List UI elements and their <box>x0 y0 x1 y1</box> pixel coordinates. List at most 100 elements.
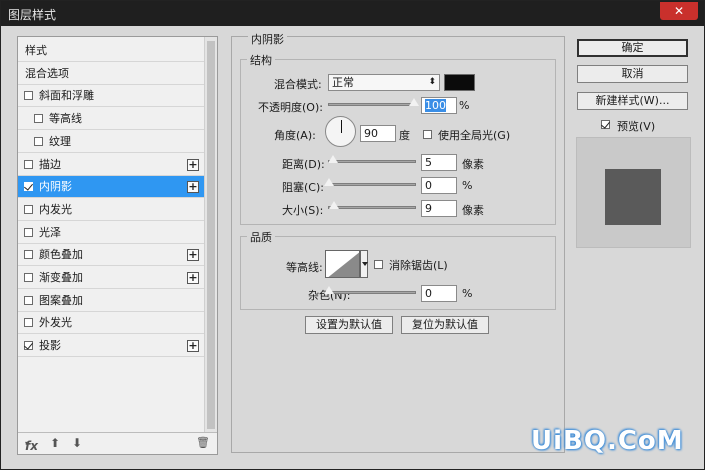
add-effect-icon[interactable]: + <box>187 158 199 171</box>
opacity-slider-thumb[interactable] <box>409 98 419 106</box>
style-item[interactable]: 图案叠加 <box>18 290 204 312</box>
contour-picker[interactable] <box>325 250 360 278</box>
add-effect-icon[interactable]: + <box>187 272 199 284</box>
style-item[interactable]: 渐变叠加 + <box>18 267 204 289</box>
shadow-color-swatch[interactable] <box>444 74 475 91</box>
noise-slider[interactable] <box>324 286 416 294</box>
global-light-checkbox[interactable] <box>423 130 432 139</box>
structure-group: 结构 混合模式: 正常 ⬍ 不透明度(O): 100 % 角度(A): 90 度… <box>240 52 556 225</box>
size-slider[interactable] <box>328 201 416 209</box>
style-item-label: 图案叠加 <box>39 293 83 307</box>
antialias-checkbox[interactable] <box>374 260 383 269</box>
opacity-slider[interactable] <box>328 98 419 106</box>
style-item-checkbox[interactable] <box>24 341 33 351</box>
style-item-label: 等高线 <box>49 112 82 126</box>
style-item-label: 光泽 <box>39 225 61 239</box>
style-item-label: 内发光 <box>39 202 72 216</box>
angle-dial[interactable] <box>325 116 356 147</box>
opacity-input[interactable]: 100 <box>421 97 457 114</box>
noise-slider-thumb[interactable] <box>324 286 334 294</box>
style-item[interactable]: 描边 + <box>18 154 204 176</box>
distance-unit: 像素 <box>462 158 484 171</box>
choke-input[interactable]: 0 <box>421 177 457 194</box>
distance-value: 5 <box>425 156 432 169</box>
choke-label: 阻塞(C): <box>282 181 324 194</box>
site-watermark: UiBQ.CoM <box>531 426 684 456</box>
style-item-label: 外发光 <box>39 316 72 330</box>
style-item-checkbox[interactable] <box>24 204 33 214</box>
style-item[interactable]: 斜面和浮雕 <box>18 85 204 108</box>
ok-button[interactable]: 确定 <box>577 39 688 57</box>
style-item-checkbox[interactable] <box>34 136 43 146</box>
add-effect-icon[interactable]: + <box>187 249 199 262</box>
style-item[interactable]: 光泽 <box>18 222 204 244</box>
move-up-icon[interactable]: ⬆ <box>50 436 60 450</box>
choke-value: 0 <box>425 179 432 192</box>
style-item[interactable]: 等高线 <box>18 108 204 131</box>
style-item-checkbox[interactable] <box>24 295 33 305</box>
style-item-checkbox[interactable] <box>34 114 43 124</box>
style-item-checkbox[interactable] <box>24 182 33 192</box>
size-label: 大小(S): <box>282 204 324 217</box>
style-item-label: 样式 <box>25 44 47 57</box>
style-item-label: 纹理 <box>49 134 71 148</box>
style-item[interactable]: 颜色叠加 + <box>18 244 204 267</box>
style-item-checkbox[interactable] <box>24 318 33 328</box>
style-item-checkbox[interactable] <box>24 227 33 237</box>
fx-arrow-icon: ▾ <box>25 439 30 448</box>
size-input[interactable]: 9 <box>421 200 457 217</box>
style-item[interactable]: 内发光 <box>18 199 204 221</box>
global-light-label: 使用全局光(G) <box>438 129 511 142</box>
style-item-checkbox[interactable] <box>24 273 33 282</box>
add-effect-icon[interactable]: + <box>187 340 199 353</box>
style-item-label: 投影 <box>39 339 61 353</box>
quality-title: 品质 <box>247 229 275 245</box>
style-list-panel: 样式混合选项 斜面和浮雕等高线纹理描边 + 内阴影 + 内发光光泽颜色叠加 + 渐变叠加 + 图案… <box>17 36 218 455</box>
reset-default-button[interactable]: 复位为默认值 <box>401 316 489 334</box>
choke-slider-thumb[interactable] <box>324 178 334 186</box>
style-item[interactable]: 样式 <box>18 40 204 62</box>
move-down-icon[interactable]: ⬇ <box>72 436 82 450</box>
style-preview <box>576 137 691 248</box>
close-button[interactable]: ✕ <box>660 2 698 20</box>
style-item[interactable]: 内阴影 + <box>18 176 204 199</box>
noise-input[interactable]: 0 <box>421 285 457 302</box>
noise-value: 0 <box>425 287 432 300</box>
distance-label: 距离(D): <box>282 158 325 171</box>
inner-shadow-settings: 内阴影 结构 混合模式: 正常 ⬍ 不透明度(O): 100 % 角度(A): … <box>231 31 565 453</box>
set-default-button[interactable]: 设置为默认值 <box>305 316 393 334</box>
trash-icon[interactable]: 🗑 <box>196 436 210 449</box>
cancel-button[interactable]: 取消 <box>577 65 688 83</box>
preview-label: 预览(V) <box>617 120 656 133</box>
new-style-button[interactable]: 新建样式(W)... <box>577 92 688 110</box>
distance-slider-thumb[interactable] <box>328 155 338 163</box>
add-effect-icon[interactable]: + <box>187 181 199 194</box>
scrollbar-thumb[interactable] <box>207 41 215 429</box>
angle-input[interactable]: 90 <box>360 125 396 142</box>
opacity-value: 100 <box>425 99 446 112</box>
blend-mode-select[interactable]: 正常 ⬍ <box>328 74 440 91</box>
close-icon: ✕ <box>673 4 685 18</box>
style-item-checkbox[interactable] <box>24 250 33 260</box>
distance-slider[interactable] <box>328 155 416 163</box>
blend-mode-value: 正常 <box>332 76 354 89</box>
blend-mode-label: 混合模式: <box>274 78 322 91</box>
style-item[interactable]: 纹理 <box>18 131 204 153</box>
choke-unit: % <box>462 179 473 192</box>
size-unit: 像素 <box>462 204 484 217</box>
style-item-checkbox[interactable] <box>24 91 33 101</box>
contour-dropdown-icon[interactable] <box>360 250 368 278</box>
style-item[interactable]: 投影 + <box>18 335 204 358</box>
angle-unit: 度 <box>399 129 410 142</box>
preview-checkbox[interactable] <box>601 120 610 129</box>
opacity-label: 不透明度(O): <box>258 101 323 114</box>
style-item[interactable]: 外发光 <box>18 312 204 335</box>
choke-slider[interactable] <box>324 178 416 186</box>
opacity-unit: % <box>459 99 470 112</box>
quality-group: 品质 等高线: 消除锯齿(L) 杂色(N): 0 % <box>240 229 556 310</box>
style-item-checkbox[interactable] <box>24 159 33 169</box>
style-item[interactable]: 混合选项 <box>18 63 204 85</box>
size-slider-thumb[interactable] <box>329 201 339 209</box>
distance-input[interactable]: 5 <box>421 154 457 171</box>
style-list-scrollbar[interactable] <box>204 37 217 433</box>
